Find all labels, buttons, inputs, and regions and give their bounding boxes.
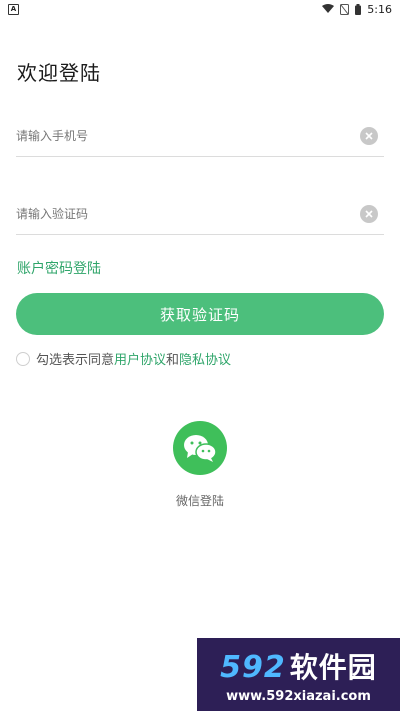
no-sim-icon bbox=[340, 3, 350, 15]
agree-checkbox[interactable] bbox=[16, 351, 30, 366]
status-time: 5:16 bbox=[367, 2, 392, 16]
watermark-logo: 592 软件园 bbox=[220, 646, 377, 686]
code-input-row bbox=[16, 194, 384, 235]
login-screen: A 5:16 欢迎登陆 请输入手机号 请输入验证码 账户密码登陆 获取验证码 勾… bbox=[0, 0, 400, 711]
status-left: A bbox=[8, 3, 19, 15]
clear-icon bbox=[365, 210, 373, 218]
clear-code-button[interactable] bbox=[360, 205, 378, 223]
privacy-agreement-link[interactable]: 隐私协议 bbox=[179, 349, 231, 368]
watermark-number: 592 bbox=[220, 649, 286, 685]
wifi-icon bbox=[322, 4, 335, 14]
phone-input-row bbox=[16, 116, 384, 157]
battery-icon bbox=[355, 3, 362, 15]
wechat-login: 微信登陆 bbox=[150, 421, 250, 509]
agreement: 勾选表示同意 用户协议 和 隐私协议 bbox=[16, 349, 231, 368]
watermark: 592 软件园 www.592xiazai.com bbox=[197, 638, 400, 711]
status-bar: A 5:16 bbox=[0, 0, 400, 18]
watermark-brand: 软件园 bbox=[289, 650, 377, 684]
status-right: 5:16 bbox=[322, 3, 392, 16]
password-login-link[interactable]: 账户密码登陆 bbox=[17, 258, 101, 278]
phone-input[interactable] bbox=[16, 129, 360, 143]
watermark-url: www.592xiazai.com bbox=[226, 688, 371, 704]
get-code-button[interactable]: 获取验证码 bbox=[16, 293, 384, 335]
wechat-login-button[interactable] bbox=[173, 421, 227, 475]
notification-icon: A bbox=[8, 3, 19, 15]
clear-icon bbox=[365, 132, 373, 140]
wechat-login-label: 微信登陆 bbox=[175, 494, 224, 508]
clear-phone-button[interactable] bbox=[360, 127, 378, 145]
agreement-conjunction: 和 bbox=[166, 353, 180, 368]
code-input[interactable] bbox=[16, 207, 360, 221]
wechat-icon bbox=[184, 435, 217, 462]
agreement-prefix: 勾选表示同意 bbox=[36, 353, 115, 368]
page-title: 欢迎登陆 bbox=[17, 61, 101, 85]
user-agreement-link[interactable]: 用户协议 bbox=[114, 349, 166, 368]
